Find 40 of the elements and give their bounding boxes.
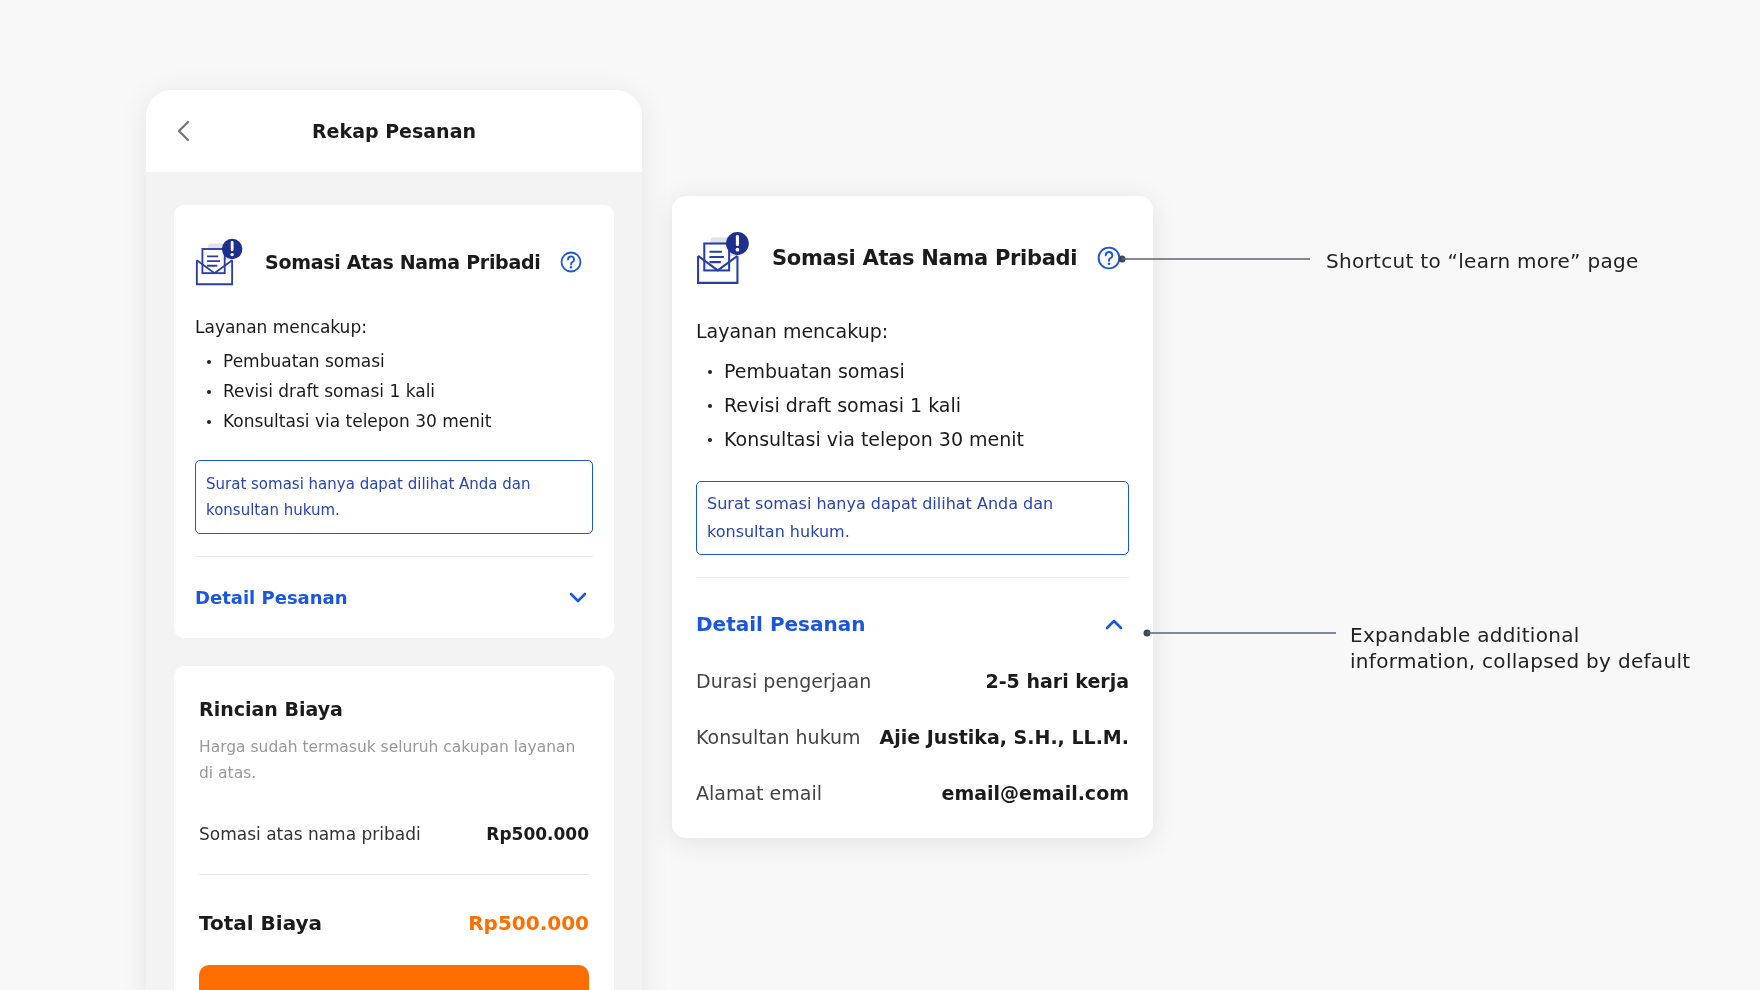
bullet-icon	[708, 403, 712, 408]
cost-title: Rincian Biaya	[199, 698, 344, 720]
bullet-icon	[207, 389, 211, 394]
chevron-icon[interactable]	[569, 591, 587, 604]
bullet-icon	[207, 419, 211, 424]
service-item: Pembuatan somasi	[724, 360, 905, 383]
service-item: Konsultasi via telepon 30 menit	[724, 428, 1024, 451]
includes-label: Layanan mencakup:	[696, 320, 890, 342]
service-title: Somasi Atas Nama Pribadi	[772, 246, 1078, 270]
screen-title: Rekap Pesanan	[312, 120, 476, 142]
help-icon[interactable]	[1097, 246, 1122, 270]
bullet-icon	[207, 359, 211, 364]
annotation-text: Expandable additional information, collapsed by default	[1350, 622, 1692, 675]
bullet-icon	[708, 437, 712, 442]
bullet-icon	[708, 369, 712, 374]
total-value: Rp500.000	[468, 911, 589, 935]
details-toggle[interactable]: Detail Pesanan	[195, 587, 348, 608]
service-item: Revisi draft somasi 1 kali	[223, 381, 436, 402]
service-title: Somasi Atas Nama Pribadi	[265, 251, 541, 273]
detail-value: Ajie Justika, S.H., LL.M.	[879, 726, 1129, 748]
annotation-text: Shortcut to “learn more” page	[1326, 248, 1640, 272]
cost-value: Rp500.000	[486, 824, 589, 844]
notice-box: Surat somasi hanya dapat dilihat Anda dan konsultan hukum.	[696, 481, 1129, 555]
service-item: Revisi draft somasi 1 kali	[724, 394, 962, 417]
back-icon[interactable]	[176, 120, 190, 142]
detail-label: Durasi pengerjaan	[696, 670, 872, 692]
help-icon[interactable]	[560, 251, 583, 273]
notice-box: Surat somasi hanya dapat dilihat Anda dan konsultan hukum.	[195, 460, 593, 534]
details-toggle[interactable]: Detail Pesanan	[696, 612, 866, 636]
detail-value: email@email.com	[941, 782, 1129, 804]
cost-label: Somasi atas nama pribadi	[199, 824, 421, 844]
service-item: Konsultasi via telepon 30 menit	[223, 411, 492, 432]
detail-value: 2-5 hari kerja	[985, 670, 1129, 692]
service-item: Pembuatan somasi	[223, 351, 385, 372]
includes-label: Layanan mencakup:	[195, 317, 368, 337]
detail-label: Alamat email	[696, 782, 822, 804]
total-label: Total Biaya	[199, 911, 323, 935]
cost-hint: Harga sudah termasuk seluruh cakupan layanan di atas.	[199, 737, 577, 784]
chevron-icon[interactable]	[1105, 618, 1123, 630]
detail-label: Konsultan hukum	[696, 726, 861, 748]
